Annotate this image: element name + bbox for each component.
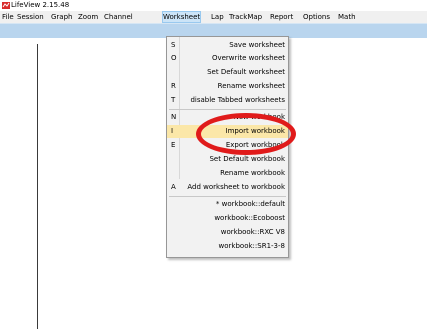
menu-item-set-default-worksheet[interactable]: Set Default worksheet	[167, 66, 288, 79]
plot-y-axis	[37, 44, 38, 329]
menu-worksheet[interactable]: Worksheet	[161, 11, 202, 23]
menu-item-label: * workbook::default	[215, 200, 285, 208]
menu-item-shortcut: I	[171, 127, 174, 135]
menu-channel[interactable]: Channel	[104, 12, 133, 22]
annotation-circle	[196, 113, 296, 155]
menu-item-shortcut: R	[171, 82, 176, 90]
menu-item-label: workbook::Ecoboost	[214, 214, 285, 222]
app-logo-icon	[2, 2, 10, 9]
menu-item-workbook-ecoboost[interactable]: workbook::Ecoboost	[167, 212, 288, 225]
title-bar: LifeView 2.15.48	[0, 0, 427, 11]
menu-item-disable-tabbed-worksheets[interactable]: T disable Tabbed worksheets	[167, 94, 288, 107]
menu-item-shortcut: O	[171, 54, 177, 62]
menu-item-label: workbook::SR1-3-8	[218, 242, 285, 250]
menu-item-label: Set Default worksheet	[207, 68, 285, 76]
menu-item-shortcut: T	[171, 96, 176, 104]
menu-separator	[169, 109, 286, 110]
menu-item-label: disable Tabbed worksheets	[190, 96, 285, 104]
menu-separator	[169, 196, 286, 197]
menu-session[interactable]: Session	[17, 12, 44, 22]
menu-item-workbook-default[interactable]: * workbook::default	[167, 198, 288, 211]
menu-item-rename-worksheet[interactable]: R Rename worksheet	[167, 80, 288, 93]
menu-item-workbook-sr1-3-8[interactable]: workbook::SR1-3-8	[167, 240, 288, 253]
menu-item-add-worksheet-to-workbook[interactable]: A Add worksheet to workbook	[167, 181, 288, 194]
menu-math[interactable]: Math	[338, 12, 356, 22]
menu-lap[interactable]: Lap	[211, 12, 224, 22]
menu-item-rename-workbook[interactable]: Rename workbook	[167, 167, 288, 180]
menu-item-label: Rename worksheet	[217, 82, 285, 90]
menu-item-label: Rename workbook	[220, 169, 285, 177]
menu-item-shortcut: S	[171, 41, 176, 49]
menu-options[interactable]: Options	[303, 12, 330, 22]
menu-item-overwrite-worksheet[interactable]: O Overwrite worksheet	[167, 52, 288, 65]
menu-graph[interactable]: Graph	[51, 12, 72, 22]
menu-item-label: Overwrite worksheet	[211, 54, 285, 62]
menu-bar: File Session Graph Zoom Channel Workshee…	[0, 11, 427, 23]
menu-item-shortcut: A	[171, 183, 176, 191]
menu-item-label: Add worksheet to workbook	[187, 183, 285, 191]
menu-item-label: Save worksheet	[229, 41, 285, 49]
menu-item-label: workbook::RXC V8	[220, 228, 285, 236]
menu-trackmap[interactable]: TrackMap	[229, 12, 262, 22]
menu-item-save-worksheet[interactable]: S Save worksheet	[167, 39, 288, 52]
menu-zoom[interactable]: Zoom	[78, 12, 98, 22]
menu-item-shortcut: E	[171, 141, 176, 149]
menu-item-shortcut: N	[171, 113, 177, 121]
menu-file[interactable]: File	[2, 12, 14, 22]
menu-report[interactable]: Report	[270, 12, 293, 22]
window-title: LifeView 2.15.48	[11, 1, 70, 9]
menu-item-workbook-rxc-v8[interactable]: workbook::RXC V8	[167, 226, 288, 239]
menu-item-set-default-workbook[interactable]: Set Default workbook	[167, 153, 288, 166]
menu-item-label: Set Default workbook	[209, 155, 285, 163]
